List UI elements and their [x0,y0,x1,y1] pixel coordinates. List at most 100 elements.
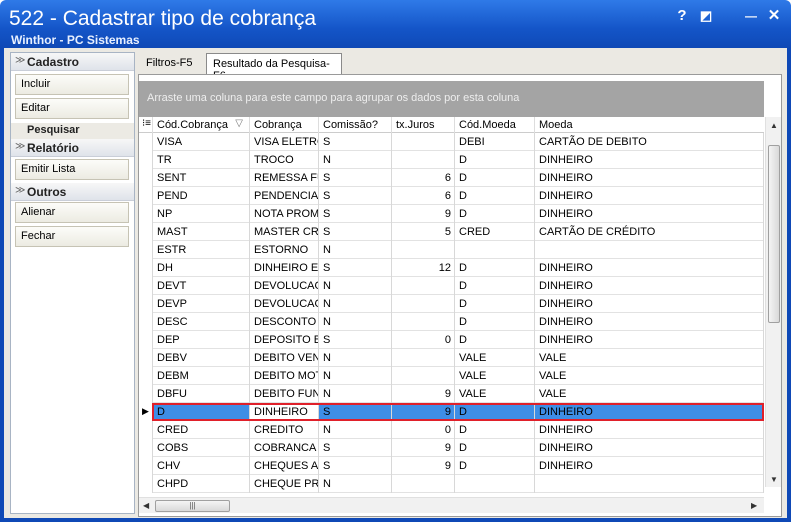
table-row[interactable]: TR TROCO N D DINHEIRO [139,151,764,169]
cell-cod-cobranca[interactable]: CHV [153,457,250,475]
cell-comissao[interactable]: N [319,277,392,295]
pesquisar-label[interactable]: Pesquisar [11,123,134,139]
cell-tx-juros[interactable]: 9 [392,457,455,475]
cell-comissao[interactable]: N [319,151,392,169]
cell-tx-juros[interactable]: 5 [392,223,455,241]
cell-cobranca[interactable]: DEBITO MOTO [250,367,319,385]
cell-comissao[interactable]: N [319,313,392,331]
table-row[interactable]: SENTREMESSA FUTS6DDINHEIRO [139,169,764,187]
cell-cod-cobranca[interactable]: MAST [153,223,250,241]
cell-cobranca[interactable]: DEVOLUCAO T [250,277,319,295]
cell-cobranca[interactable]: CREDITO [250,421,319,439]
header-cod-moeda[interactable]: Cód.Moeda [455,117,535,133]
cell-cod-moeda[interactable]: D [455,439,535,457]
cell-cod-moeda[interactable]: VALE [455,367,535,385]
cell-comissao[interactable]: S [319,223,392,241]
table-row[interactable]: MASTMASTER CREIS5CREDCARTÃO DE CRÉDITO [139,223,764,241]
cell-moeda[interactable]: CARTÃO DE DEBITO [535,133,764,151]
cell-tx-juros[interactable] [392,151,455,169]
cell-cod-moeda[interactable]: D [455,169,535,187]
cell-cod-cobranca[interactable]: COBS [153,439,250,457]
incluir-button[interactable]: Incluir [15,74,129,95]
cell-tx-juros[interactable] [392,349,455,367]
cell-cod-cobranca[interactable]: NP [153,205,250,223]
cell-comissao[interactable]: N [319,475,392,493]
cell-moeda[interactable]: DINHEIRO [535,313,764,331]
cell-cod-moeda[interactable]: D [455,421,535,439]
cell-cod-cobranca[interactable]: DEVP [153,295,250,313]
cell-cod-cobranca[interactable]: CRED [153,421,250,439]
help-button[interactable]: ? [673,7,691,25]
table-row[interactable]: CHPDCHEQUE PREN [139,475,764,493]
table-row[interactable]: VISA VISA ELETRO S DEBI CARTÃO DE DEBITO [139,133,764,151]
cell-comissao[interactable]: S [319,259,392,277]
cell-moeda[interactable]: VALE [535,349,764,367]
cell-cod-moeda[interactable] [455,475,535,493]
cell-cobranca[interactable]: DINHEIRO [250,403,319,421]
table-row[interactable]: CHVCHEQUES A VS9DDINHEIRO [139,457,764,475]
tab-resultado[interactable]: Resultado da Pesquisa-F6 [206,53,342,82]
cell-cod-cobranca[interactable]: DBFU [153,385,250,403]
cell-cobranca[interactable]: VISA ELETRO [250,133,319,151]
cell-cod-moeda[interactable]: VALE [455,385,535,403]
cell-comissao[interactable]: N [319,385,392,403]
cell-cod-cobranca[interactable]: ESTR [153,241,250,259]
cell-comissao[interactable]: N [319,295,392,313]
cell-cobranca[interactable]: REMESSA FUT [250,169,319,187]
cell-tx-juros[interactable]: 9 [392,439,455,457]
table-row[interactable]: NP NOTA PROMI S 9 D DINHEIRO [139,205,764,223]
cell-tx-juros[interactable]: 6 [392,169,455,187]
cell-cobranca[interactable]: DEPOSITO BA [250,331,319,349]
vertical-scroll-thumb[interactable] [768,145,780,323]
cell-comissao[interactable]: N [319,367,392,385]
cell-tx-juros[interactable] [392,313,455,331]
scroll-right-icon[interactable]: ▶ [751,501,757,510]
cell-moeda[interactable]: VALE [535,385,764,403]
cell-tx-juros[interactable]: 0 [392,421,455,439]
table-row[interactable]: CRED CREDITO N 0 D DINHEIRO [139,421,764,439]
cell-tx-juros[interactable]: 9 [392,205,455,223]
cell-cod-cobranca[interactable]: D [153,403,250,421]
group-outros[interactable]: ≫ Outros [11,183,134,201]
cell-cod-moeda[interactable]: D [455,403,535,421]
cell-moeda[interactable]: VALE [535,367,764,385]
cell-cobranca[interactable]: ESTORNO [250,241,319,259]
cell-cod-cobranca[interactable]: DH [153,259,250,277]
table-row[interactable]: PEND PENDENCIAS S 6 D DINHEIRO [139,187,764,205]
cell-moeda[interactable]: DINHEIRO [535,277,764,295]
cell-moeda[interactable]: DINHEIRO [535,259,764,277]
editar-button[interactable]: Editar [15,98,129,119]
cell-cod-moeda[interactable]: DEBI [455,133,535,151]
cell-comissao[interactable]: S [319,133,392,151]
cell-cod-cobranca[interactable]: TR [153,151,250,169]
group-relatorio[interactable]: ≫ Relatório [11,139,134,157]
cell-cod-cobranca[interactable]: DEBV [153,349,250,367]
cell-moeda[interactable]: DINHEIRO [535,457,764,475]
table-row[interactable]: DEVTDEVOLUCAO TN DDINHEIRO [139,277,764,295]
restore-button[interactable]: ◩ [697,7,715,25]
cell-comissao[interactable]: N [319,421,392,439]
table-row[interactable]: ▶ D DINHEIRO S 9 D DINHEIRO [139,403,764,421]
table-row[interactable]: ESTR ESTORNO N [139,241,764,259]
cell-tx-juros[interactable]: 6 [392,187,455,205]
vertical-scrollbar[interactable]: ▲ ▼ [765,117,781,487]
cell-cobranca[interactable]: DEVOLUCAO [250,295,319,313]
cell-comissao[interactable]: S [319,439,392,457]
cell-cod-cobranca[interactable]: PEND [153,187,250,205]
cell-cobranca[interactable]: PENDENCIAS [250,187,319,205]
cell-cod-moeda[interactable] [455,241,535,259]
header-cobranca[interactable]: Cobrança [250,117,319,133]
cell-cod-moeda[interactable]: D [455,205,535,223]
header-comissao[interactable]: Comissão? [319,117,392,133]
cell-moeda[interactable] [535,475,764,493]
cell-tx-juros[interactable] [392,475,455,493]
cell-comissao[interactable]: S [319,403,392,421]
cell-cod-moeda[interactable]: CRED [455,223,535,241]
alienar-button[interactable]: Alienar [15,202,129,223]
header-moeda[interactable]: Moeda [535,117,764,133]
close-button[interactable]: ✕ [765,7,783,25]
group-by-area[interactable]: Arraste uma coluna para este campo para … [139,81,764,117]
cell-comissao[interactable]: N [319,241,392,259]
cell-tx-juros[interactable] [392,295,455,313]
cell-cod-cobranca[interactable]: DEVT [153,277,250,295]
